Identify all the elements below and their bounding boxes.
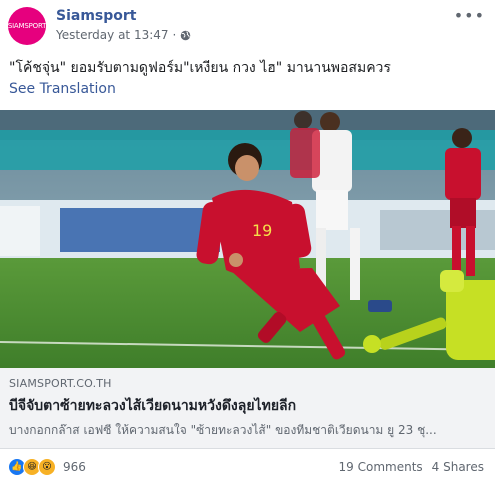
jersey-number: 19 bbox=[252, 221, 272, 240]
link-title[interactable]: บีจีจับตาซ้ายทะลวงไส้เวียดนามหวังดึงลุยไ… bbox=[9, 395, 296, 417]
post-timestamp[interactable]: Yesterday at 13:47 bbox=[56, 28, 169, 42]
page-avatar[interactable]: SIAMSPORT bbox=[8, 7, 46, 45]
engagement-stats: 19 Comments 4 Shares bbox=[339, 460, 484, 474]
avatar-logo-text: SIAMSPORT bbox=[8, 22, 46, 30]
facebook-post: SIAMSPORT Siamsport Yesterday at 13:47 ·… bbox=[0, 0, 495, 484]
post-meta: Yesterday at 13:47 · bbox=[56, 28, 191, 42]
page-name-link[interactable]: Siamsport bbox=[56, 8, 137, 24]
wow-icon: 😮 bbox=[38, 458, 56, 476]
link-preview-card[interactable]: SIAMSPORT.CO.TH บีจีจับตาซ้ายทะลวงไส้เวี… bbox=[0, 368, 495, 449]
link-domain: SIAMSPORT.CO.TH bbox=[9, 377, 112, 390]
middle-dot: · bbox=[172, 28, 177, 42]
reaction-count[interactable]: 966 bbox=[63, 460, 86, 474]
comments-count-link[interactable]: 19 Comments bbox=[339, 460, 423, 474]
link-description: บางกอกกล๊าส เอฟซี ให้ความสนใจ "ซ้ายทะลวง… bbox=[9, 423, 437, 437]
shares-count-link[interactable]: 4 Shares bbox=[432, 460, 484, 474]
post-photo[interactable]: 19 bbox=[0, 110, 495, 368]
reactions-summary[interactable]: 👍 😆 😮 966 bbox=[8, 458, 86, 476]
post-text: "โค้ชจุ่น" ยอมรับตามดูฟอร์ม"เหงียน กวง ไ… bbox=[9, 60, 391, 76]
football-photo: 19 bbox=[0, 110, 495, 368]
see-translation-link[interactable]: See Translation bbox=[9, 81, 116, 97]
globe-icon[interactable] bbox=[180, 30, 191, 41]
more-options-icon[interactable]: ••• bbox=[454, 6, 485, 25]
